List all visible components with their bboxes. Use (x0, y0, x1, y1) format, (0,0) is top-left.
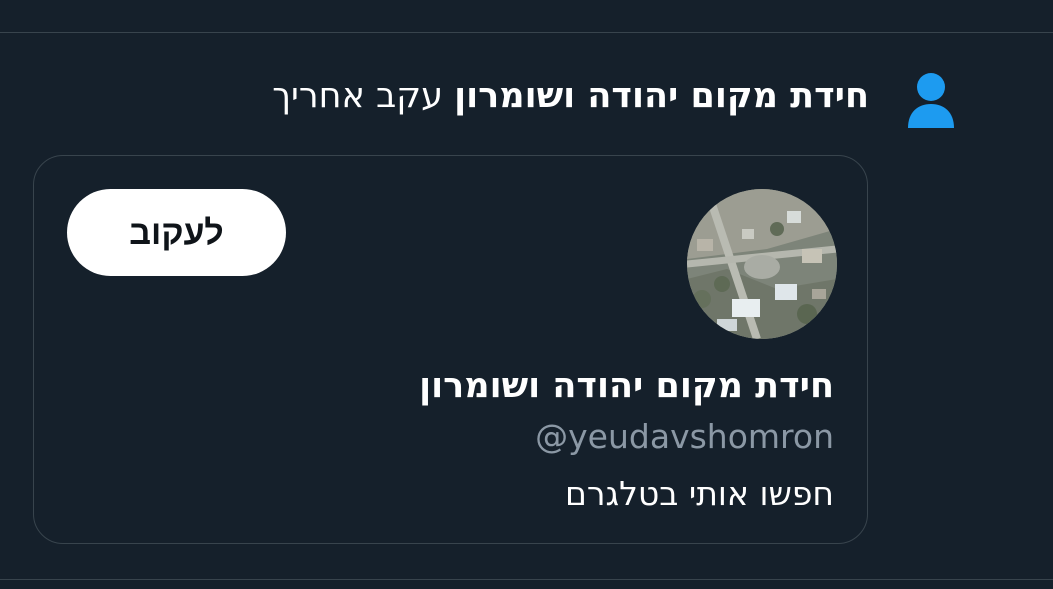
person-icon (906, 72, 956, 130)
notification-text: חידת מקום יהודה ושומרון עקב אחריך (272, 70, 869, 122)
notification-account-name[interactable]: חידת מקום יהודה ושומרון (454, 76, 869, 116)
divider (0, 32, 1053, 33)
user-card[interactable]: לעקוב חידת מקום יהודה ושומרון @yeudavsho… (33, 155, 868, 544)
notification-action-text: עקב אחריך (272, 76, 443, 116)
display-name[interactable]: חידת מקום יהודה ושומרון (419, 363, 834, 409)
divider (0, 579, 1053, 580)
avatar[interactable] (687, 189, 837, 339)
notification-page: חידת מקום יהודה ושומרון עקב אחריך לעקוב (0, 0, 1053, 589)
follow-button[interactable]: לעקוב (67, 189, 286, 276)
user-handle[interactable]: @yeudavshomron (535, 415, 834, 459)
user-bio: חפשו אותי בטלגרם (565, 474, 834, 513)
